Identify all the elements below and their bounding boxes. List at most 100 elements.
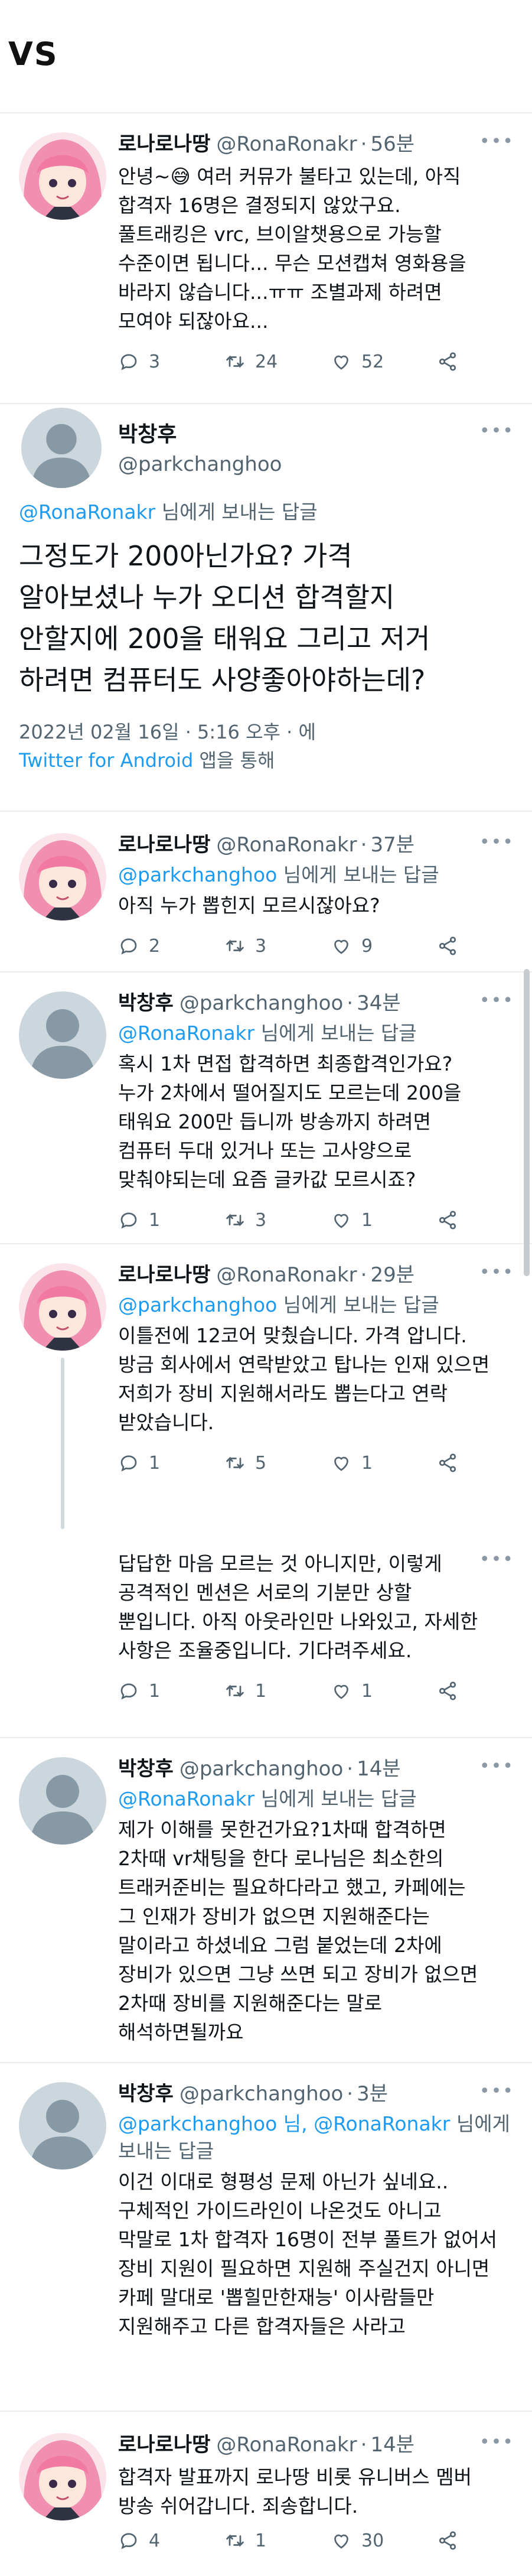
tweet-time[interactable]: 14분 xyxy=(357,1757,401,1781)
share-button[interactable] xyxy=(437,1209,468,1231)
heart-icon xyxy=(334,2534,348,2549)
share-button[interactable] xyxy=(437,2530,468,2551)
avatar[interactable] xyxy=(21,408,102,488)
author-handle[interactable]: @parkchanghoo xyxy=(179,1757,343,1781)
author-handle[interactable]: @RonaRonakr xyxy=(216,833,357,857)
author-name[interactable]: 박창후 xyxy=(118,2082,174,2106)
reply-button[interactable]: 3 xyxy=(118,351,224,372)
reply-icon xyxy=(120,1683,137,1700)
default-avatar-icon xyxy=(19,991,106,1079)
like-count: 9 xyxy=(361,935,373,957)
retweet-count: 1 xyxy=(255,2530,267,2551)
more-options-icon[interactable]: ••• xyxy=(479,421,514,441)
reply-button[interactable]: 1 xyxy=(118,1452,224,1474)
more-options-icon[interactable]: ••• xyxy=(479,131,514,152)
reply-button[interactable]: 1 xyxy=(118,1209,224,1231)
default-avatar-icon xyxy=(21,408,102,488)
like-count: 1 xyxy=(361,1209,373,1231)
avatar[interactable] xyxy=(19,1263,106,1351)
more-options-icon[interactable]: ••• xyxy=(479,2081,514,2102)
reply-button[interactable]: 2 xyxy=(118,935,224,957)
reply-count: 3 xyxy=(149,351,161,372)
avatar[interactable] xyxy=(19,2433,106,2520)
retweet-button[interactable]: 5 xyxy=(224,1452,331,1474)
share-button[interactable] xyxy=(437,351,468,372)
mention-link[interactable]: @parkchanghoo 님, @RonaRonakr xyxy=(118,2112,450,2135)
retweet-button[interactable]: 3 xyxy=(224,935,331,957)
like-button[interactable]: 30 xyxy=(331,2530,437,2551)
heart-icon xyxy=(334,939,348,954)
share-button[interactable] xyxy=(437,1452,468,1474)
author-handle[interactable]: @parkchanghoo xyxy=(179,991,343,1015)
tweet-text: 합격자 발표까지 로나땅 비롯 유니버스 멤버 방송 쉬어갑니다. 죄송합니다. xyxy=(118,2466,472,2518)
more-options-icon[interactable]: ••• xyxy=(479,1756,514,1777)
retweet-button[interactable]: 1 xyxy=(224,2530,331,2551)
tweet-time[interactable]: 56분 xyxy=(370,132,414,156)
anime-avatar-icon xyxy=(19,2433,106,2520)
retweet-button[interactable]: 3 xyxy=(224,1209,331,1231)
author-name[interactable]: 로나로나땅 xyxy=(118,833,210,857)
tweet-time[interactable]: 34분 xyxy=(357,991,401,1015)
tweet-time[interactable]: 3분 xyxy=(357,2082,388,2106)
focused-tweet-text: 그정도가 200아닌가요? 가격 알아보셨나 누가 오디션 합격할지 안할지에 … xyxy=(19,540,430,696)
author-name[interactable]: 박창후 xyxy=(118,1757,174,1781)
more-options-icon[interactable]: ••• xyxy=(479,990,514,1011)
retweet-icon xyxy=(226,1684,244,1697)
reply-context: @parkchanghoo 님에게 보내는 답글 xyxy=(118,1292,514,1319)
author-handle[interactable]: @RonaRonakr xyxy=(216,2433,357,2457)
tweet-time[interactable]: 37분 xyxy=(370,833,414,857)
author-handle[interactable]: @parkchanghoo xyxy=(118,453,282,476)
retweet-icon xyxy=(226,1456,244,1469)
retweet-button[interactable]: 1 xyxy=(224,1680,331,1702)
tweet-timestamp[interactable]: 2022년 02월 16일 · 5:16 오후 · 에 xyxy=(19,718,316,746)
more-options-icon[interactable]: ••• xyxy=(479,1262,514,1283)
like-button[interactable]: 1 xyxy=(331,1680,437,1702)
avatar[interactable] xyxy=(19,991,106,1079)
author-name[interactable]: 로나로나땅 xyxy=(118,1263,210,1287)
mention-link[interactable]: @RonaRonakr xyxy=(19,500,155,523)
like-button[interactable]: 52 xyxy=(331,351,437,372)
source-link[interactable]: Twitter for Android xyxy=(19,749,193,772)
tweet-header: 로나로나땅 @RonaRonakr · 29분 xyxy=(118,1260,514,1290)
reply-button[interactable]: 4 xyxy=(118,2530,224,2551)
mention-link[interactable]: @parkchanghoo xyxy=(118,1293,277,1316)
mention-link[interactable]: @parkchanghoo xyxy=(118,863,277,886)
mention-link[interactable]: @RonaRonakr xyxy=(118,1787,254,1810)
tweet-body: 로나로나땅 @RonaRonakr · 56분 ••• 안녕~😅 여러 커뮤가 … xyxy=(118,129,514,375)
avatar[interactable] xyxy=(19,833,106,921)
share-icon xyxy=(439,1453,456,1472)
author-name[interactable]: 로나로나땅 xyxy=(118,132,210,156)
more-options-icon[interactable]: ••• xyxy=(479,832,514,853)
author-name[interactable]: 박창후 xyxy=(118,991,174,1015)
author-handle[interactable]: @RonaRonakr xyxy=(216,132,357,156)
scrollbar[interactable] xyxy=(524,969,530,1276)
tweet-time[interactable]: 29분 xyxy=(370,1263,414,1287)
avatar[interactable] xyxy=(19,2082,106,2170)
tweet-actions: 2 3 9 xyxy=(118,933,514,959)
mention-link[interactable]: @RonaRonakr xyxy=(118,1022,254,1045)
more-options-icon[interactable]: ••• xyxy=(479,1549,514,1570)
share-icon xyxy=(439,352,456,371)
share-button[interactable] xyxy=(437,1680,468,1702)
like-count: 30 xyxy=(361,2530,384,2551)
like-button[interactable]: 9 xyxy=(331,935,437,957)
tweet-time[interactable]: 14분 xyxy=(370,2433,414,2457)
retweet-icon xyxy=(226,939,244,952)
like-button[interactable]: 1 xyxy=(331,1452,437,1474)
avatar[interactable] xyxy=(19,132,106,220)
like-button[interactable]: 1 xyxy=(331,1209,437,1231)
header-label: VS xyxy=(8,35,58,73)
reply-icon xyxy=(120,1455,137,1472)
author-handle[interactable]: @parkchanghoo xyxy=(179,2082,343,2106)
avatar[interactable] xyxy=(19,1757,106,1845)
author-handle[interactable]: @RonaRonakr xyxy=(216,1263,357,1287)
share-button[interactable] xyxy=(437,935,468,957)
author-name[interactable]: 로나로나땅 xyxy=(118,2433,210,2457)
anime-avatar-icon xyxy=(19,833,106,921)
reply-button[interactable]: 1 xyxy=(118,1680,224,1702)
tweet-actions: 1 1 1 xyxy=(118,1678,514,1704)
author-name[interactable]: 박창후 xyxy=(118,417,177,448)
more-options-icon[interactable]: ••• xyxy=(479,2432,514,2453)
retweet-button[interactable]: 24 xyxy=(224,351,331,372)
share-icon xyxy=(439,1211,456,1230)
